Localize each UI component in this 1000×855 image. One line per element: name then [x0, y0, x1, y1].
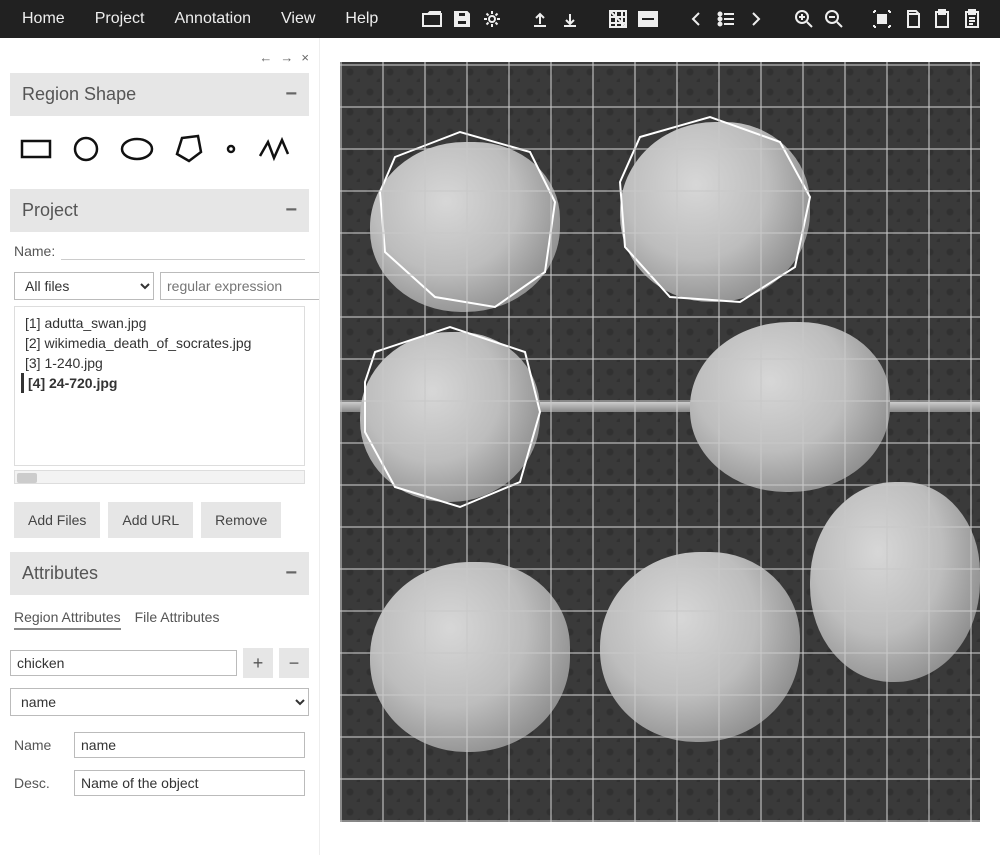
regex-input[interactable]: [160, 272, 320, 300]
menu-home[interactable]: Home: [10, 10, 77, 28]
file-item-selected[interactable]: [4] 24-720.jpg: [21, 373, 298, 393]
attr-desc-field[interactable]: [74, 770, 305, 796]
canvas-area: [320, 38, 1000, 855]
sidebar: ← → × Region Shape − Project − Name:: [0, 38, 320, 855]
panel-attributes: Attributes −: [10, 552, 309, 595]
image-canvas[interactable]: [340, 62, 980, 822]
file-filter-select[interactable]: All files: [14, 272, 154, 300]
tab-file-attributes[interactable]: File Attributes: [135, 609, 220, 630]
shape-circle[interactable]: [72, 135, 100, 166]
menu-help[interactable]: Help: [333, 10, 390, 28]
attr-desc-label: Desc.: [10, 764, 70, 802]
project-name-label: Name:: [14, 243, 55, 259]
file-item[interactable]: [3] 1-240.jpg: [21, 353, 298, 373]
menu-project[interactable]: Project: [83, 10, 157, 28]
menubar: Home Project Annotation View Help: [0, 0, 1000, 38]
copy-icon[interactable]: [900, 7, 924, 31]
attribute-name-input[interactable]: [10, 650, 237, 676]
project-title: Project: [22, 200, 78, 221]
nav-back-icon[interactable]: ←: [259, 50, 272, 65]
collapse-region-shape[interactable]: −: [285, 83, 297, 106]
panel-region-shape: Region Shape −: [10, 73, 309, 116]
prev-icon[interactable]: [684, 7, 708, 31]
attribute-select[interactable]: name: [10, 688, 309, 716]
tab-region-attributes[interactable]: Region Attributes: [14, 609, 121, 630]
panel-icon[interactable]: [636, 7, 660, 31]
sidebar-nav: ← → ×: [10, 46, 309, 69]
nav-forward-icon[interactable]: →: [280, 50, 293, 65]
select-all-icon[interactable]: [870, 7, 894, 31]
file-item[interactable]: [1] adutta_swan.jpg: [21, 313, 298, 333]
project-name-input[interactable]: [61, 242, 305, 260]
add-attribute-button[interactable]: +: [243, 648, 273, 678]
shape-polygon[interactable]: [174, 134, 204, 167]
shape-point[interactable]: [224, 142, 238, 159]
panel-project: Project −: [10, 189, 309, 232]
zoom-in-icon[interactable]: [792, 7, 816, 31]
shape-rect[interactable]: [20, 137, 52, 164]
list-icon[interactable]: [714, 7, 738, 31]
open-icon[interactable]: [420, 7, 444, 31]
nav-close-icon[interactable]: ×: [301, 50, 309, 65]
shapes-row: [10, 116, 309, 185]
file-item[interactable]: [2] wikimedia_death_of_socrates.jpg: [21, 333, 298, 353]
file-list-scrollbar[interactable]: [14, 470, 305, 484]
grid-off-icon[interactable]: [606, 7, 630, 31]
zoom-out-icon[interactable]: [822, 7, 846, 31]
add-url-button[interactable]: Add URL: [108, 502, 193, 538]
save-icon[interactable]: [450, 7, 474, 31]
shape-polyline[interactable]: [258, 136, 290, 165]
region-shape-title: Region Shape: [22, 84, 136, 105]
file-list[interactable]: [1] adutta_swan.jpg [2] wikimedia_death_…: [14, 306, 305, 466]
clipboard-icon[interactable]: [960, 7, 984, 31]
download-icon[interactable]: [558, 7, 582, 31]
upload-icon[interactable]: [528, 7, 552, 31]
remove-attribute-button[interactable]: −: [279, 648, 309, 678]
settings-icon[interactable]: [480, 7, 504, 31]
attr-name-label: Name: [10, 726, 70, 764]
add-files-button[interactable]: Add Files: [14, 502, 100, 538]
menu-view[interactable]: View: [269, 10, 327, 28]
remove-button[interactable]: Remove: [201, 502, 281, 538]
attr-name-field[interactable]: [74, 732, 305, 758]
menu-annotation[interactable]: Annotation: [162, 10, 263, 28]
paste-icon[interactable]: [930, 7, 954, 31]
next-icon[interactable]: [744, 7, 768, 31]
attributes-title: Attributes: [22, 563, 98, 584]
collapse-project[interactable]: −: [285, 199, 297, 222]
collapse-attributes[interactable]: −: [285, 562, 297, 585]
shape-ellipse[interactable]: [120, 136, 154, 165]
